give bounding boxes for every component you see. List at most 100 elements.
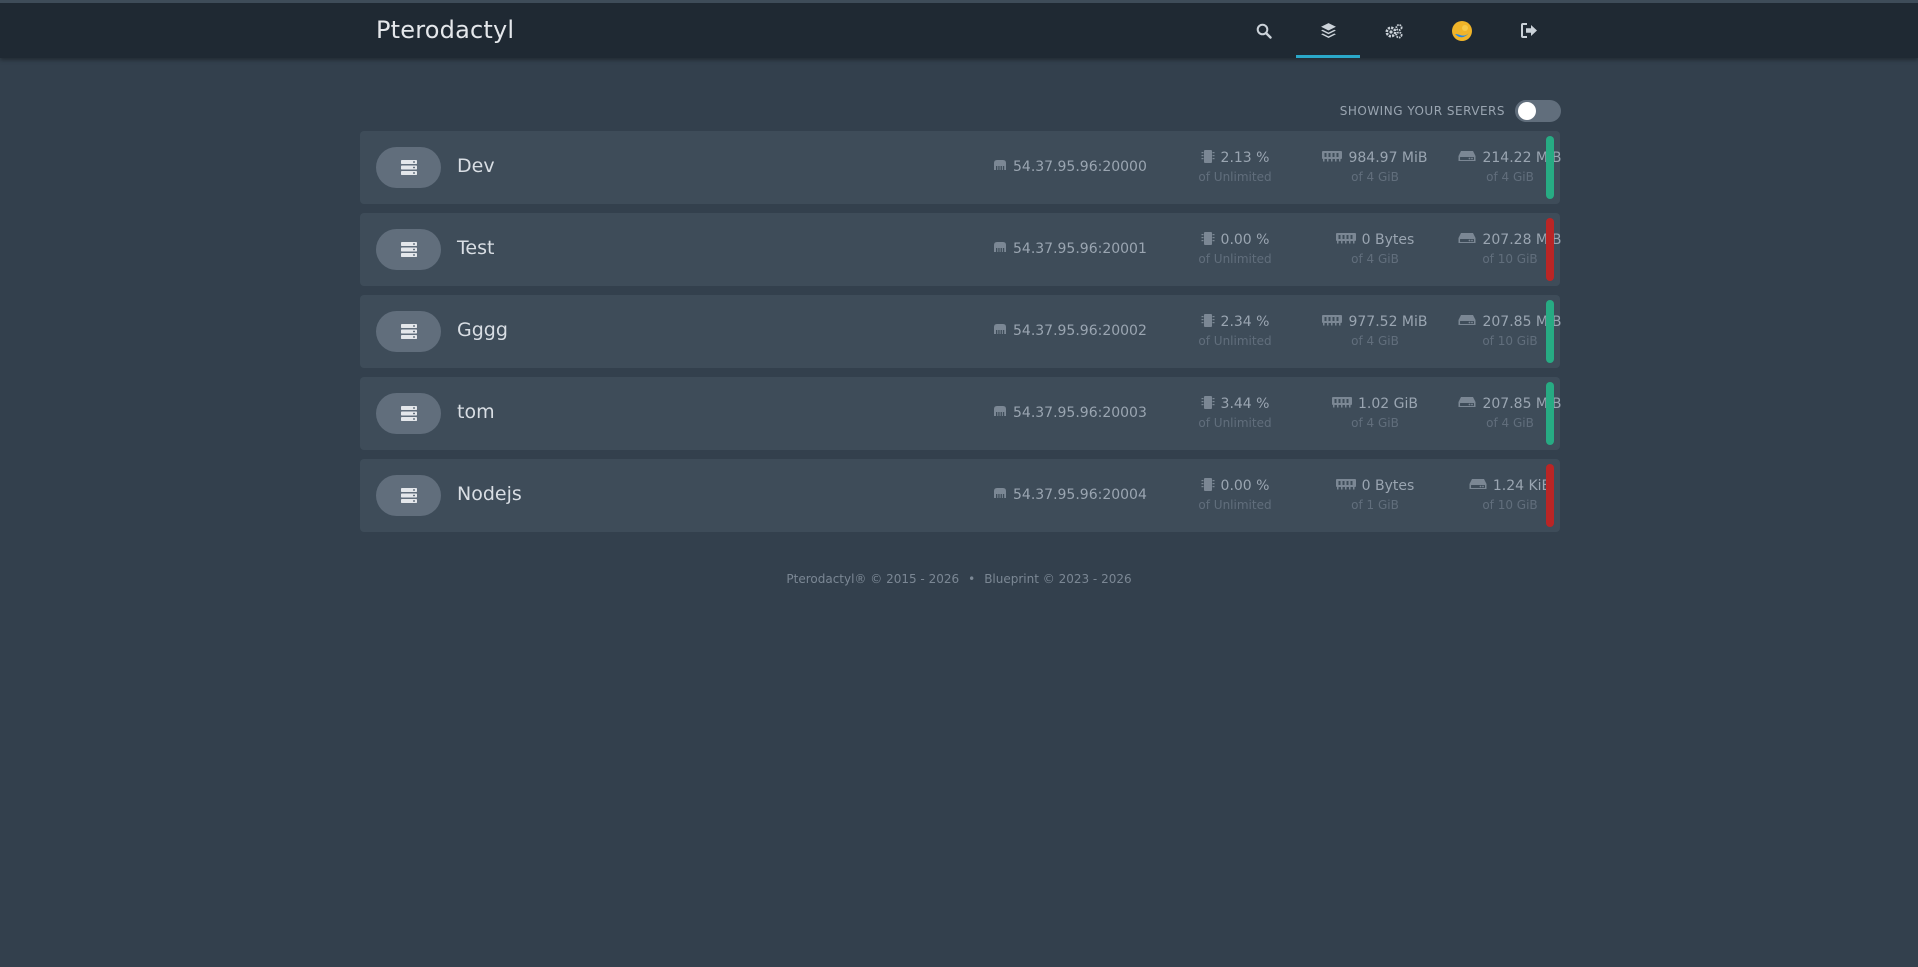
server-address: 54.37.95.96:20000 [993,158,1147,175]
cpu-limit: of Unlimited [1198,498,1272,512]
memory-icon [1322,314,1343,330]
cpu-value: 3.44 % [1220,396,1270,412]
disk-usage: 214.22 MiB of 4 GiB [1440,148,1580,184]
microchip-icon [1201,149,1215,168]
search-icon [1256,23,1272,39]
nav-account[interactable] [1428,3,1496,58]
memory-icon [1335,232,1356,248]
server-address-text: 54.37.95.96:20004 [1013,486,1147,503]
memory-value: 984.97 MiB [1348,150,1428,166]
sign-out-icon [1520,23,1538,38]
server-address-text: 54.37.95.96:20003 [1013,404,1147,421]
disk-limit: of 10 GiB [1482,252,1538,266]
hdd-icon [1469,478,1487,494]
server-icon [376,147,441,188]
status-indicator [1546,300,1554,363]
cpu-limit: of Unlimited [1198,170,1272,184]
memory-value: 0 Bytes [1361,232,1415,248]
cpu-limit: of Unlimited [1198,334,1272,348]
server-list: Dev 54.37.95.96:20000 2.13 % of Unlimite… [360,131,1562,541]
cpu-usage: 0.00 % of Unlimited [1180,230,1290,266]
nav-admin[interactable] [1360,3,1428,58]
server-icon [376,475,441,516]
server-icon [376,229,441,270]
cpu-limit: of Unlimited [1198,416,1272,430]
server-address: 54.37.95.96:20001 [993,240,1147,257]
cpu-usage: 0.00 % of Unlimited [1180,476,1290,512]
server-address: 54.37.95.96:20002 [993,322,1147,339]
server-name[interactable]: Gggg [457,319,508,341]
microchip-icon [1201,395,1215,414]
top-navbar: Pterodactyl [0,0,1918,58]
disk-limit: of 10 GiB [1482,498,1538,512]
cpu-value: 2.34 % [1220,314,1270,330]
hdd-icon [1458,150,1476,166]
hdd-icon [1458,232,1476,248]
disk-usage: 207.85 MiB of 10 GiB [1440,312,1580,348]
cogs-icon [1384,23,1404,39]
cpu-usage: 2.34 % of Unlimited [1180,312,1290,348]
disk-usage: 207.28 MiB of 10 GiB [1440,230,1580,266]
memory-limit: of 4 GiB [1351,416,1399,430]
microchip-icon [1201,231,1215,250]
server-address-text: 54.37.95.96:20001 [1013,240,1147,257]
nav-logout[interactable] [1496,3,1562,58]
server-row[interactable]: tom 54.37.95.96:20003 3.44 % of Unlimite… [360,377,1562,450]
toggle-label: SHOWING YOUR SERVERS [1339,104,1505,118]
disk-value: 1.24 KiB [1492,478,1552,494]
server-address-text: 54.37.95.96:20002 [1013,322,1147,339]
status-indicator [1546,218,1554,281]
server-row[interactable]: Dev 54.37.95.96:20000 2.13 % of Unlimite… [360,131,1562,204]
server-icon [376,393,441,434]
memory-value: 1.02 GiB [1358,396,1418,412]
memory-usage: 0 Bytes of 1 GiB [1300,476,1450,512]
server-filter-toggle-row: SHOWING YOUR SERVERS [1340,99,1561,123]
memory-icon [1322,150,1343,166]
server-row[interactable]: Gggg 54.37.95.96:20002 2.34 % of Unlimit… [360,295,1562,368]
nav-search[interactable] [1232,3,1296,58]
cpu-value: 0.00 % [1220,232,1270,248]
cpu-usage: 2.13 % of Unlimited [1180,148,1290,184]
cpu-value: 2.13 % [1220,150,1270,166]
ethernet-icon [993,322,1007,339]
disk-usage: 207.85 MiB of 4 GiB [1440,394,1580,430]
memory-value: 977.52 MiB [1348,314,1428,330]
ethernet-icon [993,158,1007,175]
server-address-text: 54.37.95.96:20000 [1013,158,1147,175]
hdd-icon [1458,396,1476,412]
server-row[interactable]: Nodejs 54.37.95.96:20004 0.00 % of Unlim… [360,459,1560,532]
microchip-icon [1201,477,1215,496]
ethernet-icon [993,404,1007,421]
status-indicator [1546,464,1554,527]
disk-limit: of 4 GiB [1486,170,1534,184]
memory-limit: of 4 GiB [1351,334,1399,348]
status-indicator [1546,136,1554,199]
toggle-knob [1518,102,1536,120]
show-all-servers-toggle[interactable] [1515,100,1561,122]
footer: Pterodactyl® © 2015 - 2026 • Blueprint © 2… [0,572,1918,586]
server-address: 54.37.95.96:20004 [993,486,1147,503]
ethernet-icon [993,240,1007,257]
disk-limit: of 4 GiB [1486,416,1534,430]
footer-blueprint[interactable]: Blueprint © 2023 - 2026 [984,572,1131,586]
memory-limit: of 4 GiB [1351,252,1399,266]
server-name[interactable]: Nodejs [457,483,522,505]
memory-value: 0 Bytes [1361,478,1415,494]
cpu-limit: of Unlimited [1198,252,1272,266]
server-row[interactable]: Test 54.37.95.96:20001 0.00 % of Unlimit… [360,213,1562,286]
nav-servers[interactable] [1296,3,1360,58]
server-name[interactable]: Dev [457,155,495,177]
server-address: 54.37.95.96:20003 [993,404,1147,421]
microchip-icon [1201,313,1215,332]
disk-usage: 1.24 KiB of 10 GiB [1440,476,1580,512]
memory-limit: of 1 GiB [1351,498,1399,512]
memory-limit: of 4 GiB [1351,170,1399,184]
server-name[interactable]: tom [457,401,495,423]
brand-logo[interactable]: Pterodactyl [376,16,514,44]
server-name[interactable]: Test [457,237,494,259]
cpu-usage: 3.44 % of Unlimited [1180,394,1290,430]
footer-copyright[interactable]: Pterodactyl® © 2015 - 2026 [786,572,959,586]
disk-limit: of 10 GiB [1482,334,1538,348]
hdd-icon [1458,314,1476,330]
memory-usage: 1.02 GiB of 4 GiB [1300,394,1450,430]
